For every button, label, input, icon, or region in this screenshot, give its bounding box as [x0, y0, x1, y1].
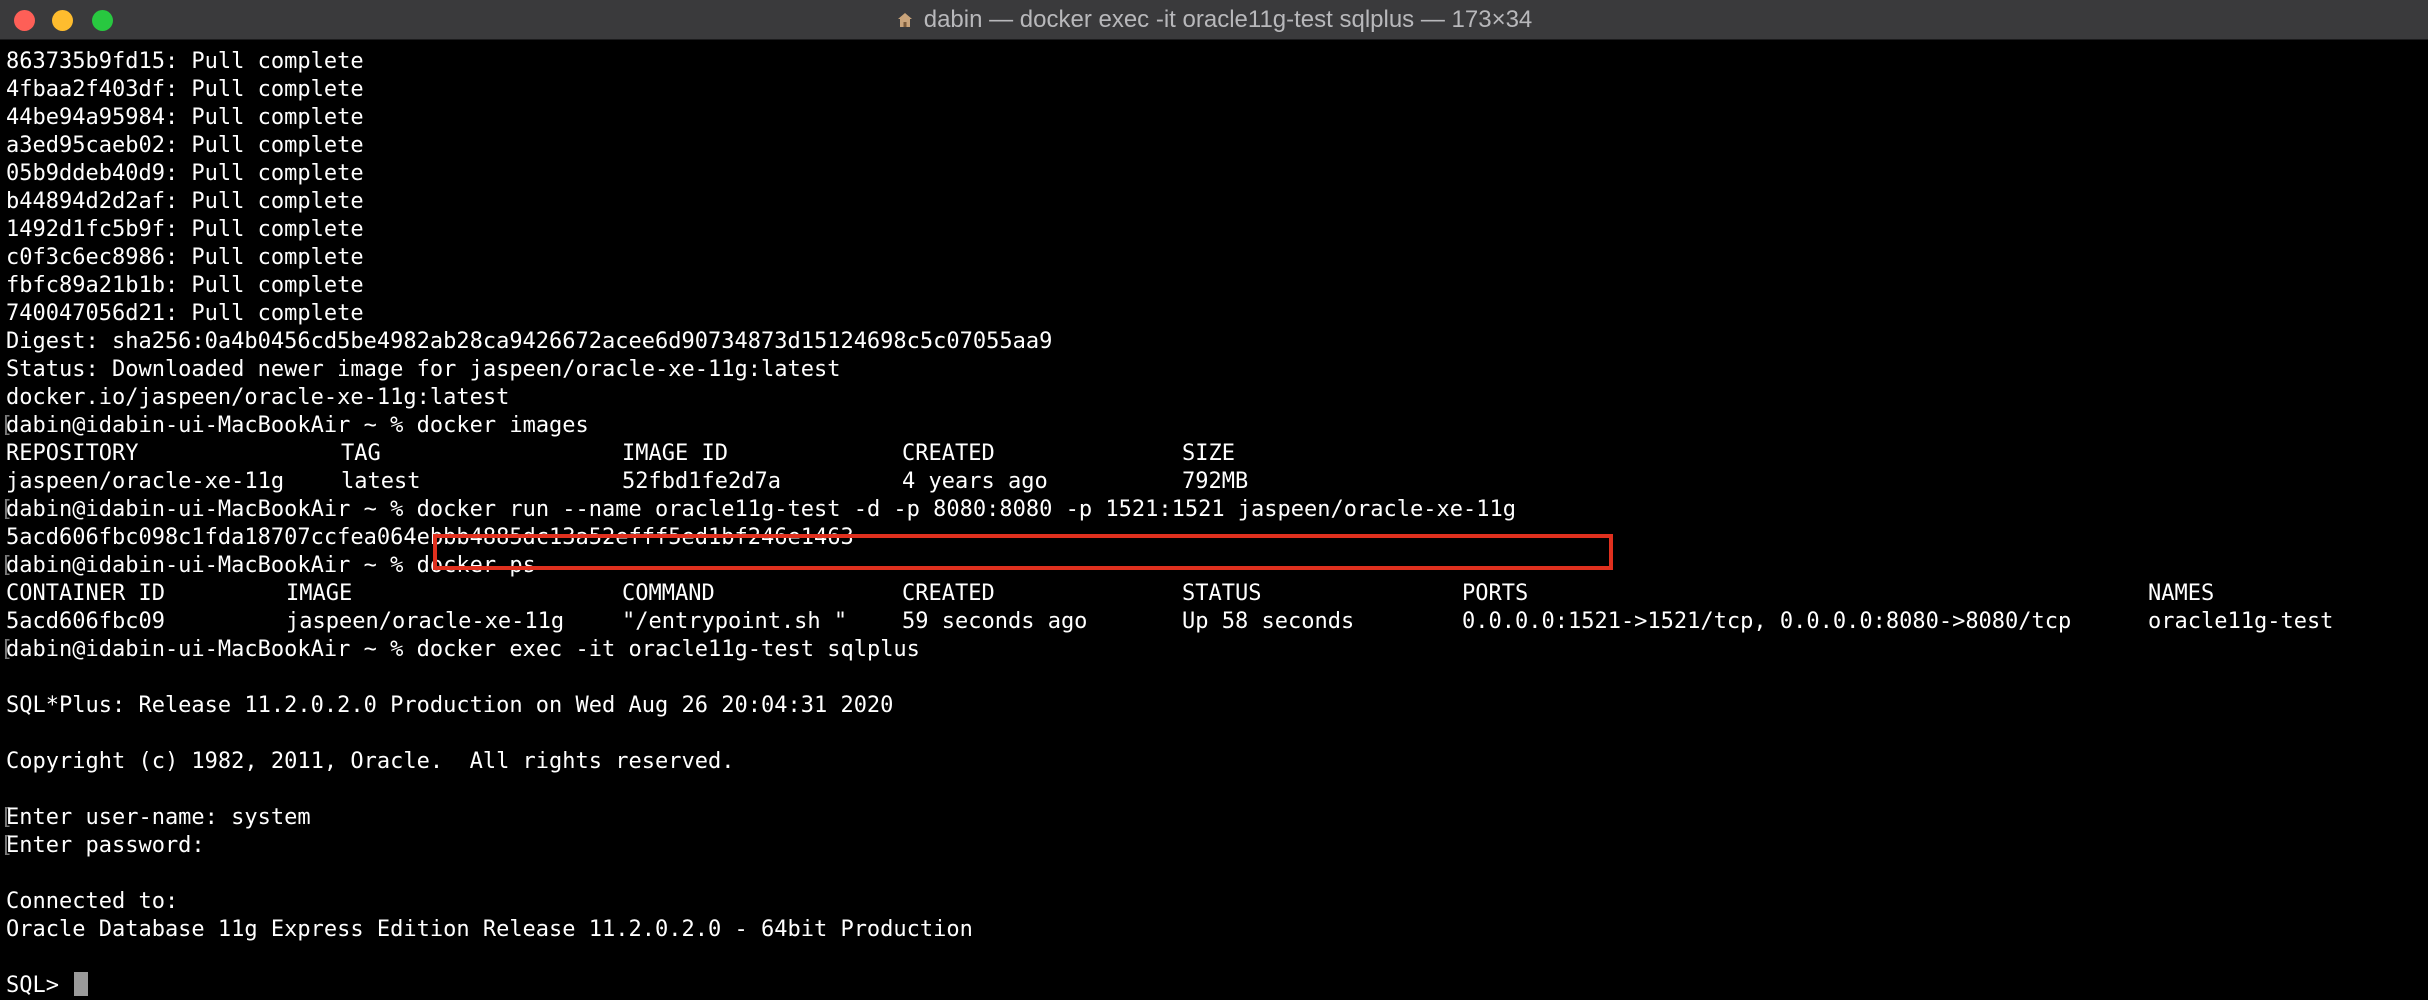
pull-line: a3ed95caeb02: Pull complete — [6, 133, 364, 158]
table-cell: oracle11g-test — [2148, 609, 2334, 634]
title-bar[interactable]: dabin — docker exec -it oracle11g-test s… — [0, 0, 2428, 40]
table-header-cell: TAG — [341, 441, 381, 466]
table-cell: Up 58 seconds — [1182, 609, 1355, 634]
copyright-line: Copyright (c) 1982, 2011, Oracle. All ri… — [6, 749, 735, 774]
table-header-cell: IMAGE — [286, 581, 353, 606]
command-line-exec: [dabin@idabin-ui-MacBookAir ~ % docker e… — [0, 636, 920, 664]
terminal-output[interactable]: 863735b9fd15: Pull complete 4fbaa2f403df… — [0, 45, 2428, 1000]
table-cell: "/entrypoint.sh " — [622, 609, 848, 634]
pull-line: 44be94a95984: Pull complete — [6, 105, 364, 130]
command-text: docker run --name oracle11g-test -d -p 8… — [416, 497, 1516, 522]
enter-user-line: [Enter user-name: system — [0, 804, 311, 832]
command-text: docker exec -it oracle11g-test sqlplus — [416, 637, 920, 662]
window-title: dabin — docker exec -it oracle11g-test s… — [923, 6, 1533, 33]
table-header-cell: CREATED — [902, 581, 995, 606]
pull-line: 4fbaa2f403df: Pull complete — [6, 77, 364, 102]
sqlplus-banner: SQL*Plus: Release 11.2.0.2.0 Production … — [6, 693, 894, 718]
table-header-cell: IMAGE ID — [622, 441, 728, 466]
db-version-line: Oracle Database 11g Express Edition Rele… — [6, 917, 973, 942]
shell-prompt: dabin@idabin-ui-MacBookAir ~ % — [6, 413, 417, 438]
terminal-window: dabin — docker exec -it oracle11g-test s… — [0, 0, 2428, 1000]
table-cell: 4 years ago — [902, 469, 1048, 494]
status-line: Status: Downloaded newer image for jaspe… — [6, 357, 841, 382]
table-header-cell: PORTS — [1462, 581, 1529, 606]
shell-prompt: dabin@idabin-ui-MacBookAir ~ % — [6, 637, 417, 662]
ps-table-row: 5acd606fbc09 jaspeen/oracle-xe-11g "/ent… — [0, 608, 2428, 636]
enter-password-text: Enter password: — [6, 833, 205, 858]
table-header-cell: CONTAINER ID — [6, 581, 165, 606]
table-cell: latest — [341, 469, 421, 494]
connected-to-line: Connected to: — [6, 889, 179, 914]
table-cell: jaspeen/oracle-xe-11g — [286, 609, 565, 634]
image-ref-line: docker.io/jaspeen/oracle-xe-11g:latest — [6, 385, 510, 410]
ps-table-header: CONTAINER ID IMAGE COMMAND CREATED STATU… — [0, 580, 2428, 608]
pull-line: 863735b9fd15: Pull complete — [6, 49, 364, 74]
command-line-run: [dabin@idabin-ui-MacBookAir ~ % docker r… — [0, 496, 1516, 524]
table-cell: 52fbd1fe2d7a — [622, 469, 781, 494]
enter-user-text: Enter user-name: system — [6, 805, 311, 830]
pull-line: fbfc89a21b1b: Pull complete — [6, 273, 364, 298]
house-icon — [896, 11, 914, 29]
pull-line: 740047056d21: Pull complete — [6, 301, 364, 326]
table-cell: 0.0.0.0:1521->1521/tcp, 0.0.0.0:8080->80… — [1462, 609, 2072, 634]
command-highlight-box — [433, 534, 1613, 570]
table-header-cell: NAMES — [2148, 581, 2215, 606]
shell-prompt: dabin@idabin-ui-MacBookAir ~ % — [6, 553, 417, 578]
table-cell: 59 seconds ago — [902, 609, 1088, 634]
pull-line: b44894d2d2af: Pull complete — [6, 189, 364, 214]
text-cursor — [74, 972, 89, 996]
table-header-cell: STATUS — [1182, 581, 1262, 606]
command-text: docker images — [416, 413, 589, 438]
digest-line: Digest: sha256:0a4b0456cd5be4982ab28ca94… — [6, 329, 1053, 354]
command-line-images: [dabin@idabin-ui-MacBookAir ~ % docker i… — [0, 412, 589, 440]
table-header-cell: REPOSITORY — [6, 441, 139, 466]
images-table-row: jaspeen/oracle-xe-11g latest 52fbd1fe2d7… — [0, 468, 2428, 496]
sql-prompt-line[interactable]: SQL> — [6, 972, 89, 1000]
pull-line: 05b9ddeb40d9: Pull complete — [6, 161, 364, 186]
table-cell: 5acd606fbc09 — [6, 609, 165, 634]
pull-line: c0f3c6ec8986: Pull complete — [6, 245, 364, 270]
table-cell: jaspeen/oracle-xe-11g — [6, 469, 285, 494]
table-header-cell: COMMAND — [622, 581, 715, 606]
shell-prompt: dabin@idabin-ui-MacBookAir ~ % — [6, 497, 417, 522]
enter-password-line: [Enter password: — [0, 832, 205, 860]
pull-line: 1492d1fc5b9f: Pull complete — [6, 217, 364, 242]
table-cell: 792MB — [1182, 469, 1249, 494]
table-header-cell: SIZE — [1182, 441, 1235, 466]
sql-prompt: SQL> — [6, 973, 73, 998]
table-header-cell: CREATED — [902, 441, 995, 466]
window-title-group: dabin — docker exec -it oracle11g-test s… — [0, 0, 2428, 40]
images-table-header: REPOSITORY TAG IMAGE ID CREATED SIZE — [0, 440, 2428, 468]
